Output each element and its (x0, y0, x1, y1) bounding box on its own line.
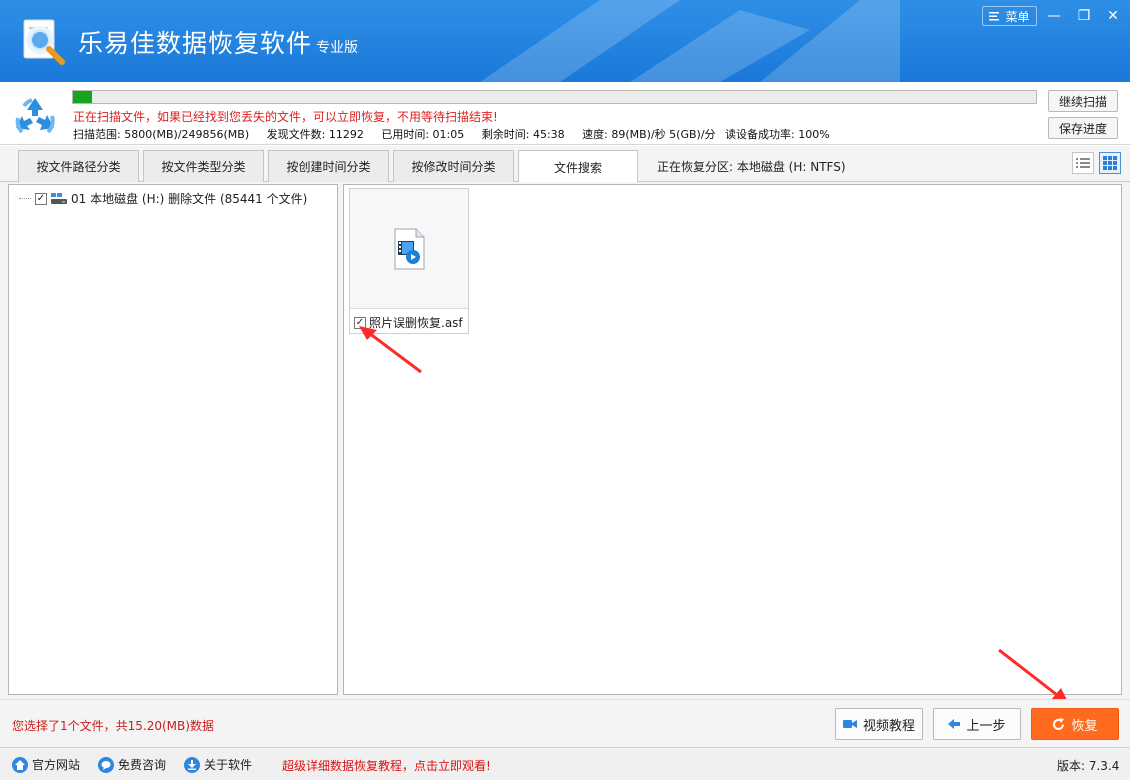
read-success-rate: 读设备成功率: 100% (725, 128, 830, 141)
file-tile[interactable]: ✓ 照片误删恢复.asf (349, 188, 469, 334)
tab-by-created-time[interactable]: 按创建时间分类 (268, 150, 389, 182)
chat-bubble-icon (98, 756, 114, 773)
tab-by-type[interactable]: 按文件类型分类 (143, 150, 264, 182)
recover-button[interactable]: 恢复 (1031, 708, 1119, 740)
minimize-button[interactable]: — (1043, 6, 1065, 26)
remaining-time: 剩余时间: 45:38 (481, 128, 565, 141)
restore-button[interactable]: ❐ (1073, 6, 1095, 26)
refresh-icon (1053, 717, 1065, 730)
close-icon: ✕ (1107, 8, 1119, 24)
download-icon (184, 756, 200, 773)
file-checkbox[interactable]: ✓ (354, 316, 366, 329)
grid-view-button[interactable] (1099, 152, 1121, 174)
official-site-link[interactable]: 官方网站 (12, 756, 80, 773)
home-icon (12, 756, 28, 773)
arrow-left-icon (948, 719, 961, 729)
video-camera-icon (842, 720, 857, 728)
video-file-icon (394, 228, 425, 269)
scan-progress-bar (72, 90, 1037, 104)
files-found: 发现文件数: 11292 (266, 128, 364, 141)
recycle-icon (15, 98, 55, 134)
recover-label: 恢复 (1071, 718, 1098, 734)
app-title: 乐易佳数据恢复软件 (78, 29, 313, 58)
action-bar: 您选择了1个文件，共15.20(MB)数据 视频教程 上一步 恢复 (0, 699, 1130, 747)
tutorial-promo-link[interactable]: 超级详细数据恢复教程，点击立即观看! (282, 757, 491, 774)
tree-node-label: 01 本地磁盘 (H:) 删除文件 (85441 个文件) (71, 192, 308, 206)
grid-view-icon (1103, 156, 1117, 170)
tree-node-drive-h[interactable]: ✓ 01 本地磁盘 (H:) 删除文件 (85441 个文件) (19, 190, 307, 207)
menu-icon (989, 12, 1000, 21)
file-thumbnail (350, 189, 468, 309)
list-view-icon (1076, 158, 1090, 168)
save-progress-button[interactable]: 保存进度 (1048, 117, 1118, 139)
magnifier-logo-icon (23, 19, 65, 65)
list-view-button[interactable] (1072, 152, 1094, 174)
category-tabs: 按文件路径分类 按文件类型分类 按创建时间分类 按修改时间分类 文件搜索 正在恢… (0, 146, 1130, 183)
elapsed-time: 已用时间: 01:05 (381, 128, 465, 141)
scan-progress-fill (73, 91, 93, 103)
file-name: 照片误删恢复.asf (369, 316, 463, 330)
free-consult-link[interactable]: 免费咨询 (98, 756, 166, 773)
tab-file-search[interactable]: 文件搜索 (518, 150, 638, 183)
video-tutorial-label: 视频教程 (862, 718, 915, 734)
scan-range: 扫描范围: 5800(MB)/249856(MB) (73, 128, 250, 141)
file-caption: ✓ 照片误删恢复.asf (354, 314, 463, 331)
partition-label: 正在恢复分区: 本地磁盘 (H: NTFS) (657, 160, 846, 174)
official-site-label: 官方网站 (32, 758, 81, 772)
status-bar: 官方网站 免费咨询 关于软件 超级详细数据恢复教程，点击立即观看! 版本: 7.… (0, 747, 1130, 780)
about-software-link[interactable]: 关于软件 (184, 756, 252, 773)
selection-info: 您选择了1个文件，共15.20(MB)数据 (12, 719, 214, 733)
scan-stats: 扫描范围: 5800(MB)/249856(MB) 发现文件数: 11292 已… (73, 126, 844, 142)
content-area: ✓ 01 本地磁盘 (H:) 删除文件 (85441 个文件) ✓ 照片误删恢复… (0, 182, 1130, 699)
video-tutorial-button[interactable]: 视频教程 (835, 708, 923, 740)
menu-button[interactable]: 菜单 (982, 6, 1037, 26)
minimize-icon: — (1047, 8, 1061, 24)
title-bar: 乐易佳数据恢复软件 专业版 菜单 — ❐ ✕ (0, 0, 1130, 82)
close-button[interactable]: ✕ (1102, 6, 1124, 26)
scan-speed: 速度: 89(MB)/秒 5(GB)/分 (582, 128, 716, 141)
drive-icon (51, 192, 67, 204)
app-edition: 专业版 (316, 40, 358, 56)
scan-panel: 正在扫描文件，如果已经找到您丢失的文件，可以立即恢复，不用等待扫描结束! 扫描范… (0, 82, 1130, 145)
title-bar-decoration (480, 0, 900, 82)
file-grid: ✓ 照片误删恢复.asf (343, 184, 1122, 695)
tree-node-checkbox[interactable]: ✓ (35, 192, 47, 205)
continue-scan-button[interactable]: 继续扫描 (1048, 90, 1118, 112)
previous-step-label: 上一步 (966, 718, 1006, 734)
version-label: 版本: 7.3.4 (1057, 759, 1120, 773)
about-software-label: 关于软件 (204, 758, 253, 772)
previous-step-button[interactable]: 上一步 (933, 708, 1021, 740)
tab-by-modified-time[interactable]: 按修改时间分类 (393, 150, 514, 182)
menu-button-label: 菜单 (1005, 9, 1030, 24)
tab-by-path[interactable]: 按文件路径分类 (18, 150, 139, 182)
scan-message: 正在扫描文件，如果已经找到您丢失的文件，可以立即恢复，不用等待扫描结束! (73, 110, 498, 124)
restore-icon: ❐ (1077, 8, 1091, 24)
tree-connector (19, 198, 31, 199)
free-consult-label: 免费咨询 (118, 758, 167, 772)
directory-tree: ✓ 01 本地磁盘 (H:) 删除文件 (85441 个文件) (8, 184, 338, 695)
